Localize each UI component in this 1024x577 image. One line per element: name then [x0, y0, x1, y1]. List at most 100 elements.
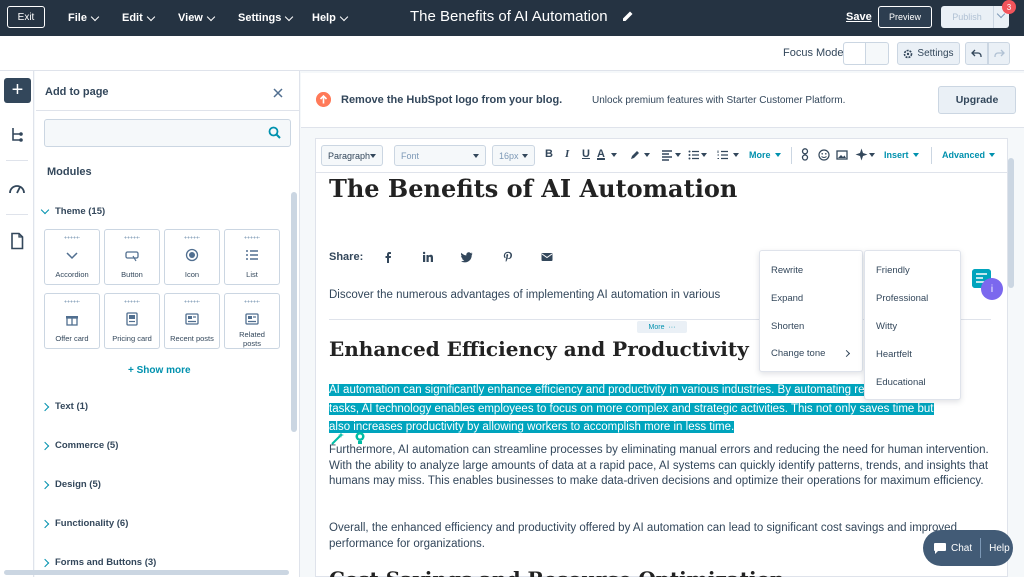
more-tag[interactable]: More ···	[637, 321, 687, 333]
menu-edit[interactable]: Edit	[122, 0, 156, 36]
sparkle-icon[interactable]	[855, 148, 868, 161]
menu-item-rewrite[interactable]: Rewrite	[771, 265, 803, 276]
tile-label: Pricing card	[112, 334, 152, 343]
pencil-icon[interactable]	[622, 10, 634, 22]
search-input[interactable]	[45, 120, 260, 146]
panel-scrollbar[interactable]	[291, 192, 297, 432]
group-theme[interactable]: Theme (15)	[40, 205, 106, 217]
group-text[interactable]: Text (1)	[40, 401, 88, 412]
numbered-list-icon[interactable]	[717, 149, 729, 161]
advanced-menu[interactable]: Advanced	[942, 150, 996, 160]
post-title[interactable]: The Benefits of AI Automation	[329, 174, 737, 203]
menu-help-label: Help	[312, 12, 336, 24]
paragraph-select[interactable]: Paragraph	[321, 145, 383, 166]
search-icon[interactable]	[268, 126, 281, 139]
caret-down-icon[interactable]	[869, 153, 875, 157]
module-tile-list[interactable]: List	[224, 229, 280, 285]
body-paragraph[interactable]: Overall, the enhanced efficiency and pro…	[329, 521, 991, 553]
info-icon[interactable]: i	[981, 278, 1003, 300]
menu-file[interactable]: File	[68, 0, 100, 36]
menu-settings[interactable]: Settings	[238, 0, 294, 36]
facebook-icon[interactable]	[382, 251, 394, 263]
menu-help[interactable]: Help	[312, 0, 349, 36]
group-commerce[interactable]: Commerce (5)	[40, 440, 118, 451]
add-icon[interactable]: +	[4, 78, 31, 103]
caret-down-icon[interactable]	[644, 153, 650, 157]
linkedin-icon[interactable]	[422, 251, 434, 263]
horizontal-scrollbar[interactable]	[4, 570, 289, 575]
align-icon[interactable]	[661, 149, 673, 161]
gauge-icon[interactable]	[8, 180, 26, 198]
settings-button[interactable]: Settings	[897, 42, 960, 65]
page-icon[interactable]	[8, 232, 26, 250]
redo-button[interactable]	[988, 42, 1010, 65]
exit-button[interactable]: Exit	[7, 6, 45, 28]
module-tile-button[interactable]: Button	[104, 229, 160, 285]
pinterest-icon[interactable]	[502, 251, 514, 263]
image-icon[interactable]	[836, 149, 848, 161]
italic-icon[interactable]: I	[565, 148, 569, 160]
preview-button[interactable]: Preview	[878, 6, 932, 28]
email-icon[interactable]	[541, 251, 553, 263]
left-rail	[0, 71, 34, 577]
section-heading-cut[interactable]: Cost Savings and Resource Optimization	[329, 567, 784, 577]
publish-button[interactable]: Publish	[941, 6, 993, 28]
upgrade-button[interactable]: Upgrade	[938, 86, 1016, 114]
module-tile-offer-card[interactable]: Offer card	[44, 293, 100, 349]
menu-item-change-tone[interactable]: Change tone	[771, 348, 825, 359]
editor-scrollbar[interactable]	[1008, 158, 1014, 288]
gear-icon	[904, 49, 913, 58]
menu-item-expand[interactable]: Expand	[771, 293, 803, 304]
rail-divider	[6, 160, 28, 161]
menu-item-educational[interactable]: Educational	[876, 377, 926, 388]
group-forms-buttons[interactable]: Forms and Buttons (3)	[40, 557, 156, 568]
caret-down-icon[interactable]	[733, 153, 739, 157]
more-menu[interactable]: More	[749, 150, 781, 160]
module-tile-related-posts[interactable]: Related posts	[224, 293, 280, 349]
module-tile-recent-posts[interactable]: Recent posts	[164, 293, 220, 349]
group-design[interactable]: Design (5)	[40, 479, 101, 490]
related-icon	[245, 313, 259, 325]
menu-item-shorten[interactable]: Shorten	[771, 321, 804, 332]
group-theme-label: Theme (15)	[55, 206, 106, 217]
menu-item-witty[interactable]: Witty	[876, 321, 897, 332]
caret-down-icon[interactable]	[701, 153, 707, 157]
insert-menu-label: Insert	[884, 150, 909, 160]
insert-menu[interactable]: Insert	[884, 150, 919, 160]
save-button[interactable]: Save	[846, 11, 872, 23]
section-heading[interactable]: Enhanced Efficiency and Productivity	[329, 337, 749, 361]
menu-item-heartfelt[interactable]: Heartfelt	[876, 349, 912, 360]
drag-grip-icon	[124, 236, 140, 239]
caret-down-icon[interactable]	[675, 153, 681, 157]
module-tile-icon[interactable]: Icon	[164, 229, 220, 285]
emoji-icon[interactable]	[818, 149, 830, 161]
text-color-icon[interactable]: A	[597, 148, 605, 160]
help-button[interactable]: Help	[989, 543, 1010, 554]
intro-paragraph[interactable]: Discover the numerous advantages of impl…	[329, 288, 765, 304]
layers-tree-icon[interactable]	[8, 126, 26, 144]
menu-item-friendly[interactable]: Friendly	[876, 265, 910, 276]
highlighter-icon[interactable]	[629, 149, 641, 161]
body-paragraph[interactable]: Furthermore, AI automation can streamlin…	[329, 443, 991, 505]
document-title[interactable]: The Benefits of AI Automation	[410, 8, 608, 25]
menu-edit-label: Edit	[122, 12, 143, 24]
show-more-button[interactable]: + Show more	[128, 365, 191, 376]
bold-icon[interactable]: B	[545, 148, 553, 160]
rail-divider	[6, 214, 28, 215]
group-functionality[interactable]: Functionality (6)	[40, 518, 128, 529]
module-tile-pricing-card[interactable]: Pricing card	[104, 293, 160, 349]
caret-down-icon[interactable]	[611, 153, 617, 157]
module-tile-accordion[interactable]: Accordion	[44, 229, 100, 285]
close-icon[interactable]	[272, 87, 284, 99]
link-icon[interactable]	[800, 148, 810, 161]
font-size-select[interactable]: 16px	[492, 145, 535, 166]
twitter-icon[interactable]	[461, 251, 473, 263]
undo-button[interactable]	[965, 42, 988, 65]
drag-grip-icon	[124, 300, 140, 303]
menu-item-professional[interactable]: Professional	[876, 293, 928, 304]
underline-icon[interactable]: U	[582, 148, 590, 160]
bullet-list-icon[interactable]	[688, 149, 700, 161]
font-select[interactable]: Font	[394, 145, 486, 166]
chat-button[interactable]: Chat	[923, 530, 972, 566]
menu-view[interactable]: View	[178, 0, 216, 36]
